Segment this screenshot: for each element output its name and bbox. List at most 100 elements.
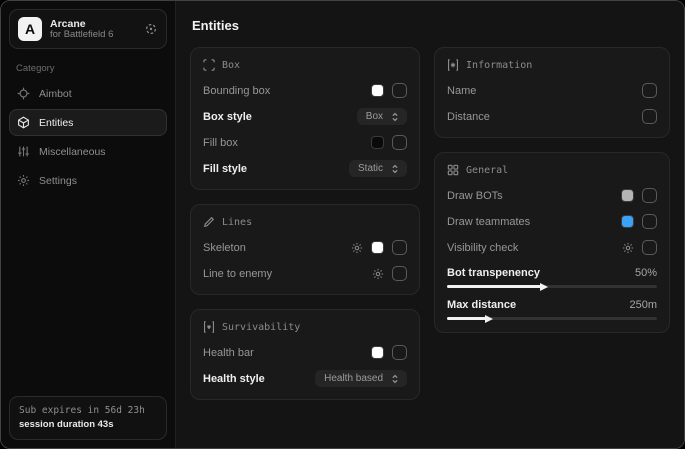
grid-icon — [447, 164, 459, 176]
fill-box-color-swatch[interactable] — [371, 136, 384, 149]
bounding-box-label: Bounding box — [203, 85, 270, 97]
draw-bots-label: Draw BOTs — [447, 190, 503, 202]
health-bar-color-swatch[interactable] — [371, 346, 384, 359]
session-duration-text: session duration 43s — [19, 418, 157, 432]
max-distance-slider-group: Max distance 250m — [447, 299, 657, 320]
sidebar-item-label: Aimbot — [39, 88, 72, 100]
sub-expiry-text: Sub expires in 56d 23h — [19, 404, 157, 418]
fill-style-dropdown[interactable]: Static — [349, 160, 407, 177]
fill-style-label: Fill style — [203, 163, 247, 175]
name-checkbox[interactable] — [642, 83, 657, 98]
health-bar-checkbox[interactable] — [392, 345, 407, 360]
sidebar-nav: Aimbot Entities Miscellaneous — [9, 80, 167, 194]
draw-teammates-row: Draw teammates — [447, 213, 657, 230]
box-style-dropdown[interactable]: Box — [357, 108, 407, 125]
visibility-check-label: Visibility check — [447, 242, 518, 254]
bot-transparency-label: Bot transpenency — [447, 267, 540, 279]
fill-box-row: Fill box — [203, 134, 407, 151]
brand-title: Arcane — [50, 18, 136, 30]
survivability-card: Survivability Health bar Health style — [190, 309, 420, 400]
bot-transparency-slider-group: Bot transpenency 50% — [447, 267, 657, 288]
bounding-box-row: Bounding box — [203, 82, 407, 99]
health-style-dropdown[interactable]: Health based — [315, 370, 407, 387]
line-to-enemy-label: Line to enemy — [203, 268, 272, 280]
name-row: Name — [447, 82, 657, 99]
distance-checkbox[interactable] — [642, 109, 657, 124]
bot-transparency-value: 50% — [635, 267, 657, 279]
line-to-enemy-row: Line to enemy — [203, 265, 407, 282]
brand-card: A Arcane for Battlefield 6 — [9, 9, 167, 49]
chevron-up-down-icon — [390, 164, 400, 174]
info-brackets-icon — [447, 59, 459, 71]
card-title: Information — [466, 60, 532, 71]
skeleton-label: Skeleton — [203, 242, 246, 254]
main-content: Entities Box Bou — [176, 1, 684, 448]
visibility-check-checkbox[interactable] — [642, 240, 657, 255]
card-title: Lines — [222, 217, 252, 228]
heart-brackets-icon — [203, 321, 215, 333]
information-card: Information Name Distance — [434, 47, 670, 138]
max-distance-value: 250m — [629, 299, 657, 311]
slider-thumb[interactable] — [485, 315, 493, 323]
health-style-value: Health based — [324, 373, 383, 384]
app-window: A Arcane for Battlefield 6 Category Aimb… — [0, 0, 685, 449]
brand-logo: A — [18, 17, 42, 41]
sidebar-item-entities[interactable]: Entities — [9, 109, 167, 136]
distance-row: Distance — [447, 108, 657, 125]
slider-thumb[interactable] — [540, 283, 548, 291]
page-title: Entities — [192, 18, 670, 33]
box-card: Box Bounding box Box style — [190, 47, 420, 190]
crosshair-icon — [17, 87, 30, 100]
sidebar-item-settings[interactable]: Settings — [9, 167, 167, 194]
skeleton-checkbox[interactable] — [392, 240, 407, 255]
sidebar-item-miscellaneous[interactable]: Miscellaneous — [9, 138, 167, 165]
max-distance-label: Max distance — [447, 299, 516, 311]
skeleton-settings-gear-icon[interactable] — [351, 242, 363, 254]
fill-style-row: Fill style Static — [203, 160, 407, 177]
bounding-box-color-swatch[interactable] — [371, 84, 384, 97]
draw-bots-row: Draw BOTs — [447, 187, 657, 204]
health-bar-row: Health bar — [203, 344, 407, 361]
sidebar: A Arcane for Battlefield 6 Category Aimb… — [1, 1, 176, 448]
box-style-label: Box style — [203, 111, 252, 123]
draw-teammates-checkbox[interactable] — [642, 214, 657, 229]
card-title: Box — [222, 60, 240, 71]
bot-transparency-slider[interactable] — [447, 285, 657, 288]
sidebar-item-label: Settings — [39, 175, 77, 187]
visibility-check-row: Visibility check — [447, 239, 657, 256]
card-title: General — [466, 165, 508, 176]
box-style-value: Box — [366, 111, 383, 122]
box-style-row: Box style Box — [203, 108, 407, 125]
sidebar-item-aimbot[interactable]: Aimbot — [9, 80, 167, 107]
draw-bots-checkbox[interactable] — [642, 188, 657, 203]
skeleton-color-swatch[interactable] — [371, 241, 384, 254]
visibility-check-settings-gear-icon[interactable] — [622, 242, 634, 254]
fill-style-value: Static — [358, 163, 383, 174]
fill-box-checkbox[interactable] — [392, 135, 407, 150]
skeleton-row: Skeleton — [203, 239, 407, 256]
scan-brackets-icon — [203, 59, 215, 71]
fill-box-label: Fill box — [203, 137, 238, 149]
line-to-enemy-settings-gear-icon[interactable] — [372, 268, 384, 280]
lines-card: Lines Skeleton — [190, 204, 420, 295]
max-distance-slider[interactable] — [447, 317, 657, 320]
health-style-row: Health style Health based — [203, 370, 407, 387]
bounding-box-checkbox[interactable] — [392, 83, 407, 98]
health-bar-label: Health bar — [203, 347, 254, 359]
subscription-info: Sub expires in 56d 23h session duration … — [9, 396, 167, 440]
general-card: General Draw BOTs Draw teammates — [434, 152, 670, 333]
chevron-up-down-icon — [390, 374, 400, 384]
distance-label: Distance — [447, 111, 490, 123]
sidebar-item-label: Entities — [39, 117, 73, 129]
card-title: Survivability — [222, 322, 300, 333]
draw-teammates-color-swatch[interactable] — [621, 215, 634, 228]
health-style-label: Health style — [203, 373, 265, 385]
gear-icon — [17, 174, 30, 187]
target-icon[interactable] — [144, 22, 158, 36]
line-to-enemy-checkbox[interactable] — [392, 266, 407, 281]
sliders-icon — [17, 145, 30, 158]
draw-teammates-label: Draw teammates — [447, 216, 530, 228]
brand-subtitle: for Battlefield 6 — [50, 30, 136, 41]
chevron-up-down-icon — [390, 112, 400, 122]
draw-bots-color-swatch[interactable] — [621, 189, 634, 202]
